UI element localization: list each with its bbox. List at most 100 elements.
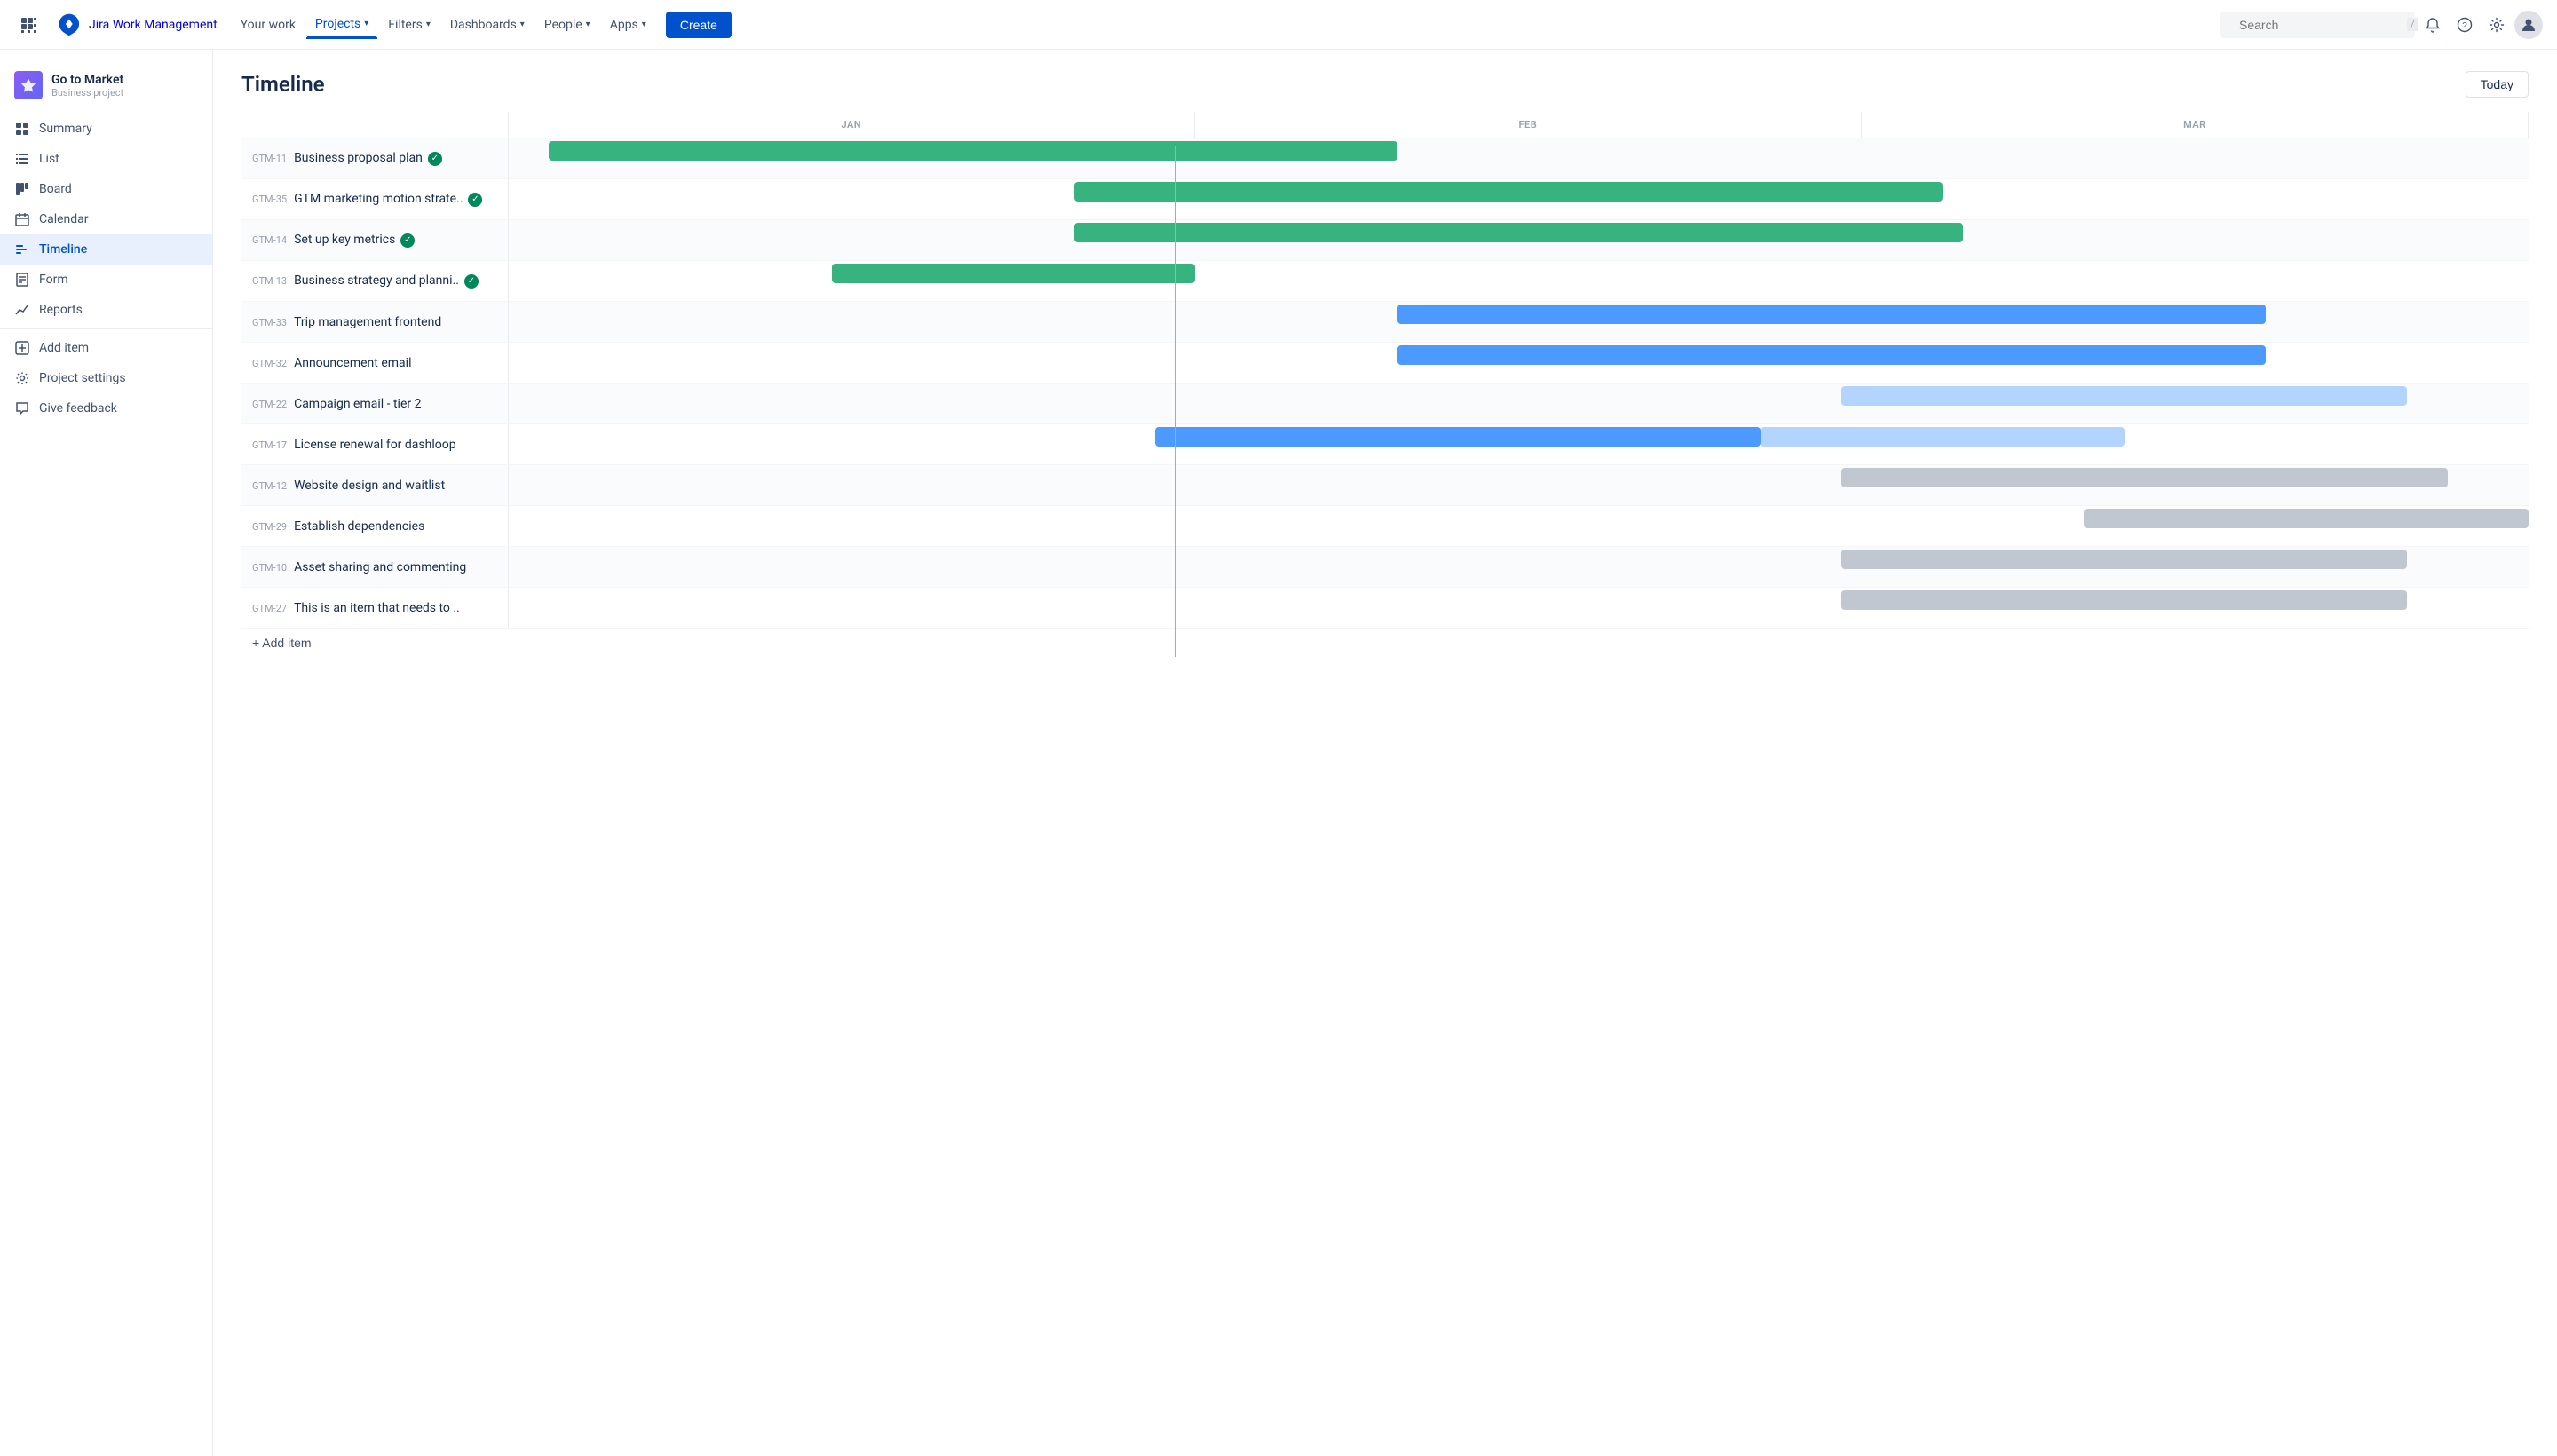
table-row[interactable]: GTM-10Asset sharing and commenting <box>241 547 2529 588</box>
avatar-icon <box>2520 16 2537 34</box>
task-id: GTM-33 <box>252 317 287 328</box>
sidebar-item-form[interactable]: Form <box>0 265 212 295</box>
gantt-bar[interactable] <box>1761 427 2125 447</box>
table-row[interactable]: GTM-32 Announcement email <box>241 343 2529 384</box>
task-id: GTM-32 <box>252 358 287 369</box>
people-dropdown-icon: ▾ <box>586 20 590 29</box>
add-item-row: + Add item <box>241 629 2529 658</box>
nav-dashboards[interactable]: Dashboards ▾ <box>441 12 534 37</box>
table-row[interactable]: GTM-35GTM marketing motion strate..✓ <box>241 179 2529 220</box>
done-icon: ✓ <box>464 274 479 289</box>
task-id: GTM-10 <box>252 562 287 574</box>
task-cell: GTM-33Trip management frontend <box>241 302 508 343</box>
task-id: GTM-14 <box>252 234 287 246</box>
done-icon: ✓ <box>428 152 442 166</box>
gantt-cell[interactable] <box>508 384 2529 424</box>
table-row[interactable]: GTM-33Trip management frontend <box>241 302 2529 343</box>
gantt-bar[interactable] <box>1841 590 2407 610</box>
gantt-bar[interactable] <box>1074 182 1943 202</box>
feb-header: FEB <box>1195 112 1862 138</box>
gantt-cell[interactable] <box>508 547 2529 588</box>
task-cell: GTM-35GTM marketing motion strate..✓ <box>241 179 508 220</box>
task-id: GTM-22 <box>252 399 287 410</box>
add-item-button[interactable]: + Add item <box>252 636 312 650</box>
task-name: Campaign email - tier 2 <box>294 397 421 411</box>
gantt-bar[interactable] <box>1841 550 2407 569</box>
gantt-bar[interactable] <box>1397 345 2266 365</box>
gantt-bar[interactable] <box>832 264 1196 283</box>
timeline-header: JAN FEB MAR <box>241 112 2529 138</box>
settings-button[interactable] <box>2482 11 2511 39</box>
sidebar-item-timeline[interactable]: Timeline <box>0 234 212 265</box>
gantt-bar[interactable] <box>549 141 1397 161</box>
projects-dropdown-icon: ▾ <box>364 19 368 28</box>
task-cell: GTM-27This is an item that needs to .. <box>241 588 508 629</box>
create-button[interactable]: Create <box>666 12 732 38</box>
today-button[interactable]: Today <box>2466 71 2529 98</box>
project-header[interactable]: Go to Market Business project <box>0 64 212 114</box>
add-item-cell: + Add item <box>241 629 2529 658</box>
gantt-bar[interactable] <box>1074 223 1963 242</box>
nav-apps[interactable]: Apps ▾ <box>601 12 655 37</box>
task-id: GTM-12 <box>252 480 287 492</box>
gantt-cell[interactable] <box>508 302 2529 343</box>
sidebar-item-add-item[interactable]: Add item <box>0 333 212 363</box>
table-row[interactable]: GTM-27This is an item that needs to .. <box>241 588 2529 629</box>
gantt-bar[interactable] <box>2084 509 2529 528</box>
sidebar-item-summary[interactable]: Summary <box>0 114 212 144</box>
task-name: Announcement email <box>294 356 411 370</box>
gantt-bar[interactable] <box>1841 386 2407 406</box>
task-cell: GTM-17License renewal for dashloop <box>241 424 508 465</box>
nav-people[interactable]: People ▾ <box>535 12 599 37</box>
gantt-bar[interactable] <box>1841 468 2448 487</box>
sidebar-item-board[interactable]: Board <box>0 174 212 204</box>
gantt-bar[interactable] <box>1397 305 2266 324</box>
nav-your-work[interactable]: Your work <box>232 12 305 37</box>
jan-header: JAN <box>508 112 1195 138</box>
search-input[interactable] <box>2239 18 2400 32</box>
sidebar-item-project-settings-label: Project settings <box>39 371 198 385</box>
search-bar[interactable]: / <box>2220 12 2415 38</box>
task-name: Business strategy and planni.. <box>294 273 459 288</box>
gantt-cell[interactable] <box>508 261 2529 302</box>
gantt-cell[interactable] <box>508 179 2529 220</box>
project-type: Business project <box>51 87 123 99</box>
add-icon <box>14 340 30 356</box>
timeline-icon <box>14 241 30 257</box>
task-cell: GTM-12Website design and waitlist <box>241 465 508 506</box>
gantt-cell[interactable] <box>508 220 2529 261</box>
sidebar-item-list[interactable]: List <box>0 144 212 174</box>
sidebar-item-reports[interactable]: Reports <box>0 295 212 325</box>
gantt-bar[interactable] <box>1155 427 1761 447</box>
task-id: GTM-29 <box>252 521 287 533</box>
table-row[interactable]: GTM-29Establish dependencies <box>241 506 2529 547</box>
task-id: GTM-13 <box>252 275 287 287</box>
table-row[interactable]: GTM-13 Business strategy and planni.. ✓ <box>241 261 2529 302</box>
user-avatar[interactable] <box>2514 11 2543 39</box>
task-name: Business proposal plan <box>294 151 423 165</box>
gantt-cell[interactable] <box>508 343 2529 384</box>
gantt-cell[interactable] <box>508 138 2529 179</box>
gantt-cell[interactable] <box>508 588 2529 629</box>
gantt-cell[interactable] <box>508 506 2529 547</box>
gantt-cell[interactable] <box>508 465 2529 506</box>
app-logo[interactable]: Jira Work Management <box>57 12 218 37</box>
nav-filters[interactable]: Filters ▾ <box>379 12 439 37</box>
table-row[interactable]: GTM-12Website design and waitlist <box>241 465 2529 506</box>
calendar-icon <box>14 211 30 227</box>
table-row[interactable]: GTM-11Business proposal plan✓ <box>241 138 2529 179</box>
help-button[interactable]: ? <box>2450 11 2479 39</box>
gantt-cell[interactable] <box>508 424 2529 465</box>
sidebar-item-give-feedback[interactable]: Give feedback <box>0 393 212 423</box>
sidebar-item-calendar[interactable]: Calendar <box>0 204 212 234</box>
sidebar-item-project-settings[interactable]: Project settings <box>0 363 212 393</box>
table-row[interactable]: GTM-14Set up key metrics✓ <box>241 220 2529 261</box>
sidebar-item-timeline-label: Timeline <box>39 242 198 257</box>
table-row[interactable]: GTM-22 Campaign email - tier 2 <box>241 384 2529 424</box>
table-row[interactable]: GTM-17License renewal for dashloop <box>241 424 2529 465</box>
sidebar-item-calendar-label: Calendar <box>39 212 198 226</box>
task-cell: GTM-32 Announcement email <box>241 343 508 384</box>
nav-projects[interactable]: Projects ▾ <box>306 12 377 38</box>
apps-grid-icon[interactable] <box>14 11 43 39</box>
notifications-button[interactable] <box>2418 11 2447 39</box>
